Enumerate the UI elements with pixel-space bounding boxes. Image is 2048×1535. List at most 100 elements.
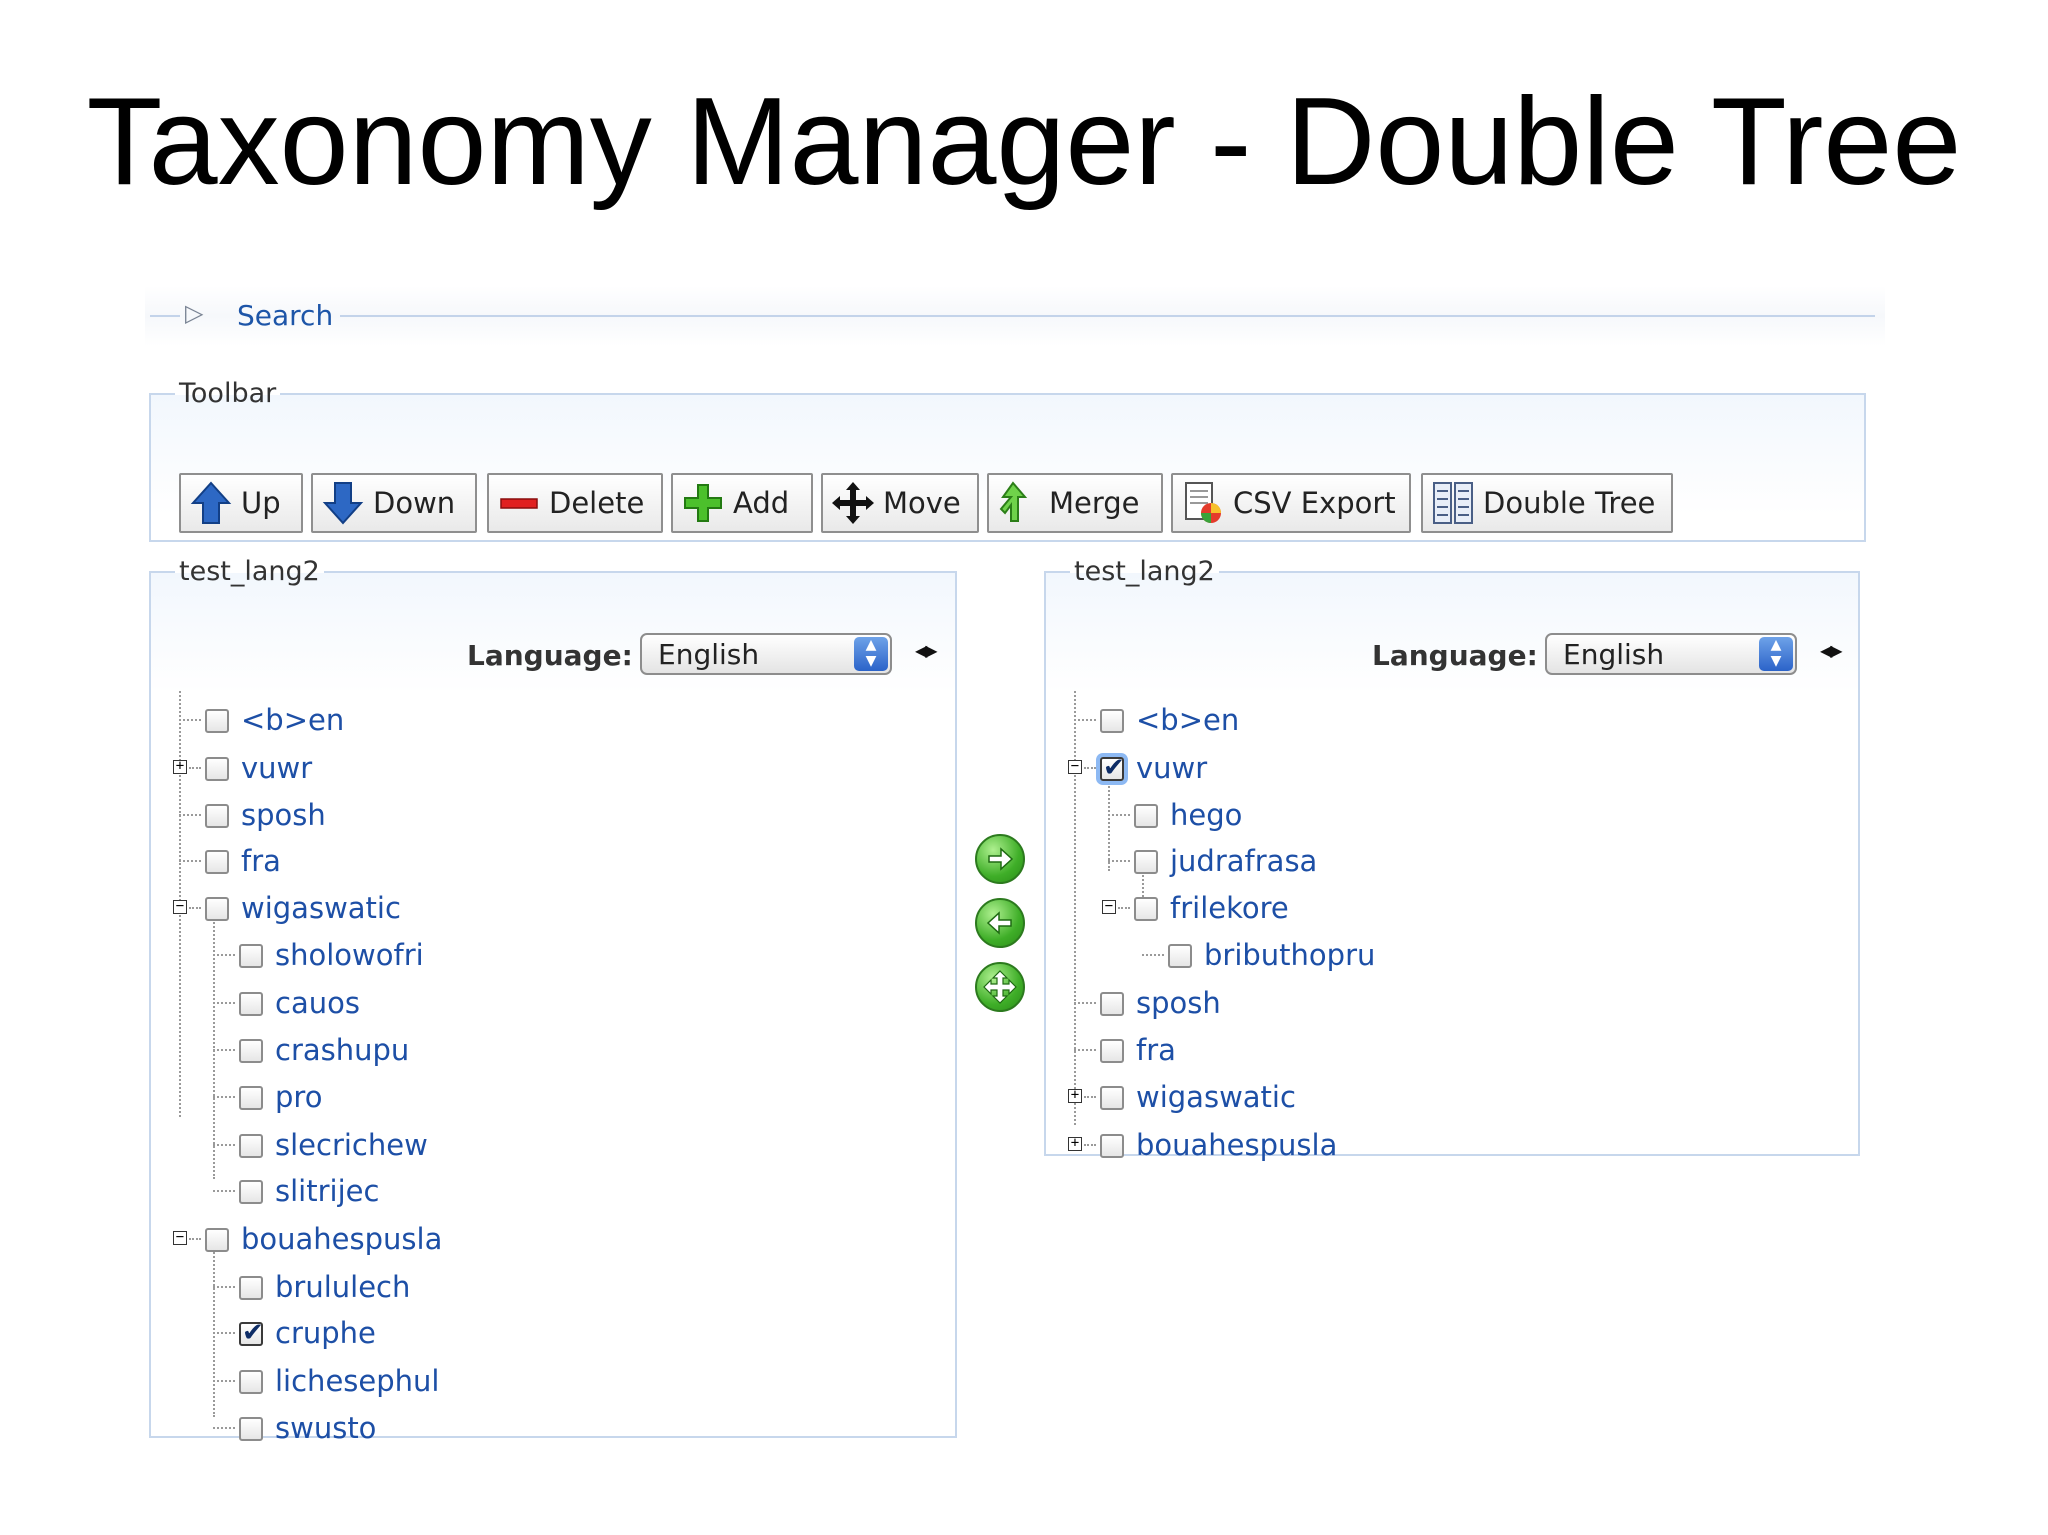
- tree-node-checkbox[interactable]: [1100, 709, 1124, 733]
- tree-node-checkbox[interactable]: [239, 944, 263, 968]
- tree-node-checkbox[interactable]: [239, 1134, 263, 1158]
- tree-node-label[interactable]: sposh: [241, 798, 326, 832]
- tree-node[interactable]: crashupu: [207, 1033, 807, 1075]
- tree-node[interactable]: − wigaswatic: [173, 891, 773, 933]
- tree-node[interactable]: brululech: [207, 1270, 807, 1312]
- down-button[interactable]: Down: [311, 473, 477, 533]
- tree-node-label[interactable]: lichesephul: [275, 1364, 439, 1398]
- tree-node[interactable]: + wigaswatic: [1068, 1080, 1668, 1122]
- double-tree-button[interactable]: Double Tree: [1421, 473, 1673, 533]
- swap-button[interactable]: [975, 962, 1025, 1012]
- tree-node-label[interactable]: pro: [275, 1080, 322, 1114]
- tree-node-label[interactable]: frilekore: [1170, 891, 1289, 925]
- tree-node[interactable]: pro: [207, 1080, 807, 1122]
- merge-button[interactable]: Merge: [987, 473, 1163, 533]
- tree-node-label[interactable]: crashupu: [275, 1033, 409, 1067]
- collapse-icon[interactable]: −: [1102, 899, 1116, 914]
- tree-node-checkbox[interactable]: [205, 1228, 229, 1252]
- tree-node-label[interactable]: sholowofri: [275, 938, 424, 972]
- left-resize-handle-icon[interactable]: ◀▶: [915, 641, 938, 660]
- add-button[interactable]: Add: [671, 473, 813, 533]
- tree-node-checkbox[interactable]: [1100, 753, 1125, 783]
- tree-node[interactable]: swusto: [207, 1411, 807, 1453]
- search-section[interactable]: ▷ Search: [145, 286, 1885, 346]
- tree-node-label[interactable]: bouahespusla: [1136, 1128, 1337, 1162]
- tree-node[interactable]: + vuwr: [173, 751, 773, 793]
- expand-icon[interactable]: +: [1068, 1088, 1082, 1103]
- tree-node-checkbox[interactable]: [1168, 944, 1192, 968]
- tree-node[interactable]: fra: [1068, 1033, 1668, 1075]
- tree-node-checkbox[interactable]: [239, 1039, 263, 1063]
- up-button[interactable]: Up: [179, 473, 303, 533]
- tree-node-checkbox[interactable]: [1134, 897, 1158, 921]
- tree-node-checkbox[interactable]: [1134, 850, 1158, 874]
- tree-node[interactable]: − vuwr: [1068, 751, 1668, 793]
- tree-node-label[interactable]: brululech: [275, 1270, 410, 1304]
- tree-node[interactable]: bributhopru: [1136, 938, 1736, 980]
- tree-node[interactable]: <b>en: [1068, 703, 1668, 745]
- tree-node[interactable]: − bouahespusla: [173, 1222, 773, 1264]
- tree-node-checkbox[interactable]: [205, 897, 229, 921]
- tree-node-label[interactable]: fra: [241, 844, 281, 878]
- tree-node-label[interactable]: bributhopru: [1204, 938, 1375, 972]
- tree-node-checkbox[interactable]: [239, 1276, 263, 1300]
- tree-node-checkbox[interactable]: [1134, 804, 1158, 828]
- csv-export-button[interactable]: CSV Export: [1171, 473, 1411, 533]
- tree-node-label[interactable]: sposh: [1136, 986, 1221, 1020]
- collapse-icon[interactable]: −: [173, 1230, 187, 1245]
- tree-node-checkbox[interactable]: [205, 804, 229, 828]
- tree-node[interactable]: slitrijec: [207, 1174, 807, 1216]
- move-button[interactable]: Move: [821, 473, 979, 533]
- tree-node-checkbox[interactable]: [239, 1370, 263, 1394]
- tree-node[interactable]: sholowofri: [207, 938, 807, 980]
- tree-node-checkbox[interactable]: [239, 1180, 263, 1204]
- tree-node-label[interactable]: hego: [1170, 798, 1242, 832]
- tree-node-checkbox[interactable]: [239, 1417, 263, 1441]
- tree-node-label[interactable]: cauos: [275, 986, 360, 1020]
- tree-node-checkbox[interactable]: [1100, 1086, 1124, 1110]
- tree-node-label[interactable]: slecrichew: [275, 1128, 428, 1162]
- expand-icon[interactable]: +: [1068, 1136, 1082, 1151]
- tree-node[interactable]: sposh: [1068, 986, 1668, 1028]
- tree-node[interactable]: + bouahespusla: [1068, 1128, 1668, 1170]
- tree-node-label[interactable]: cruphe: [275, 1316, 376, 1350]
- tree-node-label[interactable]: <b>en: [1136, 703, 1239, 737]
- delete-button[interactable]: Delete: [487, 473, 663, 533]
- tree-node-label[interactable]: vuwr: [241, 751, 312, 785]
- collapse-icon[interactable]: −: [173, 899, 187, 914]
- tree-node-checkbox[interactable]: [205, 757, 229, 781]
- search-label[interactable]: Search: [237, 299, 333, 332]
- tree-node[interactable]: cauos: [207, 986, 807, 1028]
- tree-node-checkbox[interactable]: [239, 1318, 264, 1348]
- left-language-select[interactable]: English ▲ ▼: [640, 633, 892, 675]
- tree-node-label[interactable]: slitrijec: [275, 1174, 379, 1208]
- tree-node-label[interactable]: judrafrasa: [1170, 844, 1317, 878]
- expand-icon[interactable]: +: [173, 759, 187, 774]
- tree-node-checkbox[interactable]: [205, 850, 229, 874]
- tree-node-label[interactable]: fra: [1136, 1033, 1176, 1067]
- tree-node-label[interactable]: swusto: [275, 1411, 376, 1445]
- tree-node-checkbox[interactable]: [239, 992, 263, 1016]
- tree-node[interactable]: − frilekore: [1102, 891, 1702, 933]
- tree-node-checkbox[interactable]: [239, 1086, 263, 1110]
- tree-node-label[interactable]: vuwr: [1136, 751, 1207, 785]
- tree-node[interactable]: slecrichew: [207, 1128, 807, 1170]
- copy-left-button[interactable]: [975, 898, 1025, 948]
- tree-node-label[interactable]: <b>en: [241, 703, 344, 737]
- tree-node[interactable]: fra: [173, 844, 773, 886]
- expand-triangle-icon[interactable]: ▷: [185, 299, 203, 327]
- tree-node-label[interactable]: wigaswatic: [1136, 1080, 1296, 1114]
- tree-node[interactable]: judrafrasa: [1102, 844, 1702, 886]
- tree-node-checkbox[interactable]: [1100, 992, 1124, 1016]
- tree-node[interactable]: sposh: [173, 798, 773, 840]
- right-resize-handle-icon[interactable]: ◀▶: [1820, 641, 1843, 660]
- tree-node[interactable]: cruphe: [207, 1316, 807, 1358]
- tree-node[interactable]: lichesephul: [207, 1364, 807, 1406]
- collapse-icon[interactable]: −: [1068, 759, 1082, 774]
- tree-node-checkbox[interactable]: [1100, 1134, 1124, 1158]
- tree-node-checkbox[interactable]: [205, 709, 229, 733]
- tree-node[interactable]: hego: [1102, 798, 1702, 840]
- tree-node-label[interactable]: wigaswatic: [241, 891, 401, 925]
- tree-node-checkbox[interactable]: [1100, 1039, 1124, 1063]
- tree-node-label[interactable]: bouahespusla: [241, 1222, 442, 1256]
